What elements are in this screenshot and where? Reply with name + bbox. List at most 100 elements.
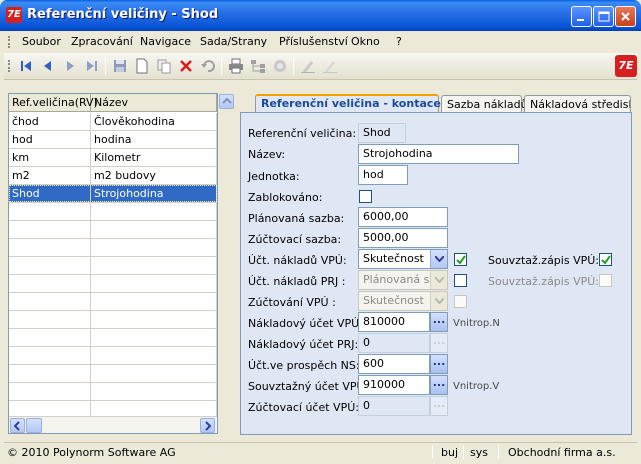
table-row[interactable]: hod hodina <box>9 131 217 149</box>
zablokovano-checkbox[interactable] <box>359 190 372 203</box>
cell-nazev: Člověkohodina <box>91 113 217 131</box>
menu-soubor[interactable]: Soubor <box>22 35 61 48</box>
table-row[interactable] <box>9 203 217 221</box>
new-document-icon[interactable] <box>134 58 150 74</box>
copy-icon[interactable] <box>156 58 172 74</box>
toolbar-grip <box>8 60 10 72</box>
dropdown-button[interactable] <box>430 250 447 268</box>
zuctovaci-ucet-vpu-lookup-button[interactable]: ... <box>430 396 448 416</box>
tree-icon[interactable] <box>250 58 266 74</box>
scroll-up-button[interactable] <box>219 94 234 109</box>
cell-nazev <box>91 383 217 401</box>
table-row[interactable] <box>9 347 217 365</box>
zuctovani-vpu-checkbox[interactable] <box>454 295 467 308</box>
cell-nazev <box>91 221 217 239</box>
souvtaz-zapis-vpu-checkbox[interactable] <box>599 253 612 266</box>
uct-nakladu-vpu-select[interactable]: Skutečnost <box>358 249 448 269</box>
zuctovaci-sazba-field[interactable]: 5000,00 <box>358 228 448 248</box>
souvtaz-zapis-vpu2-label: Souvztaž.zápis VPÚ: <box>488 275 599 288</box>
scroll-right-button[interactable] <box>200 418 215 433</box>
souvtazny-ucet-vpu-lookup-button[interactable]: ... <box>430 375 448 395</box>
records-grid[interactable]: Ref.veličina(RV) Název čhod Člověkohodina… <box>8 93 218 434</box>
souvtaz-zapis-vpu2-checkbox[interactable] <box>599 274 612 287</box>
print-icon[interactable] <box>228 58 244 74</box>
uct-nakladu-vpu-value: Skutečnost <box>363 252 424 265</box>
delete-icon[interactable] <box>178 58 194 74</box>
tab-nakladova-strediska[interactable]: Nákladová středisk <box>524 95 631 113</box>
tab-kontace[interactable]: Referenční veličina - kontace <box>255 94 441 113</box>
status-bar: © 2010 Polynorm Software AG buj sys Obch… <box>4 442 637 460</box>
table-row[interactable]: čhod Člověkohodina <box>9 113 217 131</box>
table-row[interactable] <box>9 275 217 293</box>
table-row[interactable]: m2 m2 budovy <box>9 167 217 185</box>
planovana-sazba-field[interactable]: 6000,00 <box>358 207 448 227</box>
horizontal-scrollbar[interactable] <box>9 416 217 433</box>
uct-nakladu-prj-checkbox[interactable] <box>454 274 467 287</box>
title-bar[interactable]: 7E Referenční veličiny - Shod <box>0 0 641 31</box>
save-icon[interactable] <box>112 58 128 74</box>
chevron-right-icon <box>205 421 212 431</box>
scroll-left-button[interactable] <box>10 418 25 433</box>
maximize-button[interactable] <box>593 6 614 27</box>
edit-disabled-icon[interactable] <box>322 58 338 74</box>
ref-velicina-field: Shod <box>358 123 406 143</box>
nakladovy-ucet-vpu-field[interactable]: 810000 <box>358 312 430 332</box>
table-row[interactable] <box>9 221 217 239</box>
toolbar: 7E <box>4 53 637 80</box>
nazev-field[interactable]: Strojohodina <box>358 144 519 164</box>
uct-ve-prospech-field[interactable]: 600 <box>358 354 430 374</box>
column-header-nazev[interactable]: Název <box>91 94 217 112</box>
scroll-thumb[interactable] <box>26 418 42 433</box>
cell-nazev <box>91 257 217 275</box>
disabled-icon[interactable] <box>272 58 288 74</box>
menu-navigace[interactable]: Navigace <box>140 35 191 48</box>
minimize-button[interactable] <box>571 6 592 27</box>
first-record-icon[interactable] <box>18 58 34 74</box>
uct-ve-prospech-lookup-button[interactable]: ... <box>430 354 448 374</box>
tab-sazba-nakladu[interactable]: Sazba nákladů <box>441 95 528 113</box>
close-button[interactable] <box>615 6 636 27</box>
souvtazny-ucet-vpu-field[interactable]: 910000 <box>358 375 430 395</box>
menu-sada-strany[interactable]: Sada/Strany <box>200 35 267 48</box>
nakladovy-ucet-prj-lookup-button[interactable]: ... <box>430 333 448 353</box>
table-row[interactable]: Shod Strojohodina <box>9 185 217 203</box>
souvtaz-zapis-vpu-label: Souvztaž.zápis VPÚ: <box>488 254 599 267</box>
table-row[interactable] <box>9 311 217 329</box>
column-header-ref[interactable]: Ref.veličina(RV) <box>9 94 98 112</box>
nakladovy-ucet-prj-label: Nákladový účet PRJ: <box>248 338 359 351</box>
zuctovani-vpu-select[interactable]: Skutečnost <box>358 291 448 311</box>
table-row[interactable]: km Kilometr <box>9 149 217 167</box>
jednotka-field[interactable]: hod <box>358 165 408 185</box>
cell-ref <box>9 239 91 257</box>
table-row[interactable] <box>9 293 217 311</box>
undo-icon[interactable] <box>200 58 216 74</box>
checkmark-icon <box>601 255 611 265</box>
table-row[interactable] <box>9 329 217 347</box>
toolbar-separator <box>293 57 294 75</box>
nakladovy-ucet-vpu-lookup-button[interactable]: ... <box>430 312 448 332</box>
dropdown-button[interactable] <box>430 292 447 310</box>
uct-nakladu-vpu-checkbox[interactable] <box>454 253 467 266</box>
table-row[interactable] <box>9 257 217 275</box>
edit-icon[interactable] <box>300 58 316 74</box>
next-record-icon[interactable] <box>62 58 78 74</box>
uct-nakladu-prj-select[interactable]: Plánovaná sazba <box>358 270 448 290</box>
menu-zpracovani[interactable]: Zpracování <box>71 35 133 48</box>
zuctovaci-ucet-vpu-field: 0 <box>358 396 430 416</box>
table-row[interactable] <box>9 383 217 401</box>
app-logo-icon: 7E <box>6 7 22 23</box>
table-row[interactable] <box>9 239 217 257</box>
cell-ref: m2 <box>9 167 91 185</box>
status-separator <box>432 445 433 459</box>
last-record-icon[interactable] <box>84 58 100 74</box>
menu-help[interactable]: ? <box>396 35 402 48</box>
toolbar-separator <box>221 57 222 75</box>
menu-prislusenstvi[interactable]: Příslušenství <box>279 35 348 48</box>
nakladovy-ucet-vpu-note: Vnitrop.N <box>453 318 500 329</box>
dropdown-button[interactable] <box>430 271 447 289</box>
cell-nazev <box>91 329 217 347</box>
menu-okno[interactable]: Okno <box>351 35 380 48</box>
previous-record-icon[interactable] <box>40 58 56 74</box>
table-row[interactable] <box>9 365 217 383</box>
cell-ref: km <box>9 149 91 167</box>
